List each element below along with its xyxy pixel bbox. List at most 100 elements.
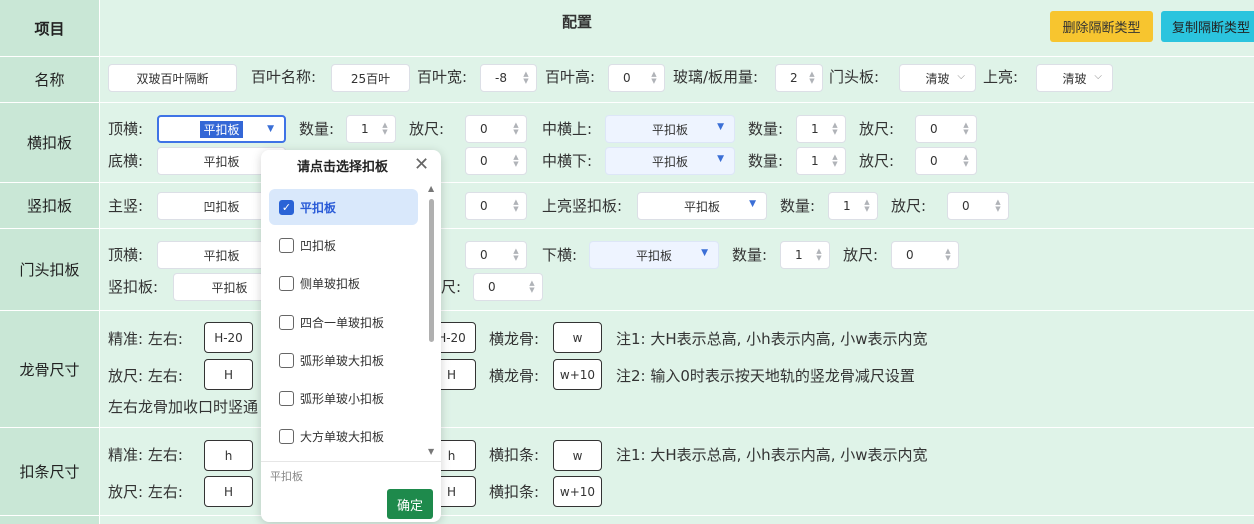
door-bottom-allow-input[interactable]: 0 ▲ ▼ [891, 241, 959, 269]
stepper-icon[interactable]: ▲ ▼ [831, 154, 839, 168]
mid-bottom-qty-input[interactable]: 1 ▲ ▼ [796, 147, 846, 175]
stepper-icon[interactable]: ▲ ▼ [512, 122, 520, 136]
stepper-icon[interactable]: ▲ ▼ [962, 154, 970, 168]
strip-h-input[interactable]: w [553, 440, 602, 471]
checkbox-icon[interactable] [279, 428, 294, 444]
mid-top-allow-input[interactable]: 0 ▲ ▼ [915, 115, 977, 143]
checkbox-icon[interactable] [279, 390, 294, 406]
door-qty-label: 数量: [732, 246, 768, 264]
strip-allow-label: 放尺: 左右: [108, 483, 183, 501]
door-top-allow-input[interactable]: 0 ▲ ▼ [465, 241, 527, 269]
popup-option[interactable]: 四合一单玻扣板 [269, 304, 418, 340]
keel-h-input[interactable]: w [553, 322, 602, 353]
v-buckle-label: 竖扣板 [0, 183, 99, 228]
bottom-h-allow-input[interactable]: 0 ▲ ▼ [465, 147, 527, 175]
top-h-allow-input[interactable]: 0 ▲ ▼ [465, 115, 527, 143]
confirm-button[interactable]: 确定 [387, 489, 433, 519]
next-row-partial [0, 515, 1254, 524]
door-bottom-qty-input[interactable]: 1 ▲ ▼ [780, 241, 830, 269]
stepper-icon[interactable]: ▲ ▼ [815, 248, 823, 262]
strip-precise-lr-input[interactable]: h [204, 440, 253, 471]
popup-option[interactable]: 弧形单玻小扣板 [269, 380, 418, 416]
door-bottom-label: 下横: [542, 246, 578, 264]
stepper-icon[interactable]: ▲ ▼ [962, 122, 970, 136]
strip-h2-input[interactable]: w+10 [553, 476, 602, 507]
door-vert-allow-input[interactable]: 0 ▲ ▼ [473, 273, 543, 301]
stepper-icon[interactable]: ▲ ▼ [528, 280, 536, 294]
top-light-select[interactable]: 清玻 ⌵ [1036, 64, 1113, 92]
keel-footer-text: 左右龙骨加收口时竖通 [108, 398, 259, 416]
door-head-select[interactable]: 清玻 ⌵ [899, 64, 976, 92]
popup-option[interactable]: 弧形单玻大扣板 [269, 342, 418, 378]
top-light-v-allow-input[interactable]: 0 ▲ ▼ [947, 192, 1009, 220]
keel-allow-lr-input[interactable]: H [204, 359, 253, 390]
main-v-allow-input[interactable]: 0 ▲ ▼ [465, 192, 527, 220]
door-vert-label: 竖扣板: [108, 278, 159, 296]
name-input[interactable]: 双玻百叶隔断 [108, 64, 237, 92]
top-h-select[interactable]: 平扣板 ▼ [157, 115, 286, 143]
strip-h-label: 横扣条: [489, 446, 540, 464]
keel-note1: 注1: 大H表示总高, 小h表示内高, 小w表示内宽 [616, 330, 928, 348]
qty2-label: 数量: [748, 120, 784, 138]
mid-top-qty-input[interactable]: 1 ▲ ▼ [796, 115, 846, 143]
door-buckle-row: 门头扣板 顶横: 平扣板 0 ▲ ▼ 下横: 平扣板 ▼ 数量: 1 ▲ ▼ 放尺:… [0, 228, 1254, 310]
scroll-down-icon[interactable]: ▼ [428, 447, 434, 456]
checkbox-checked-icon[interactable]: ✓ [279, 199, 294, 215]
door-bottom-select[interactable]: 平扣板 ▼ [589, 241, 719, 269]
popup-option[interactable]: 大方单玻大扣板 [269, 418, 418, 454]
strip-precise-label: 精准: 左右: [108, 446, 183, 464]
stepper-icon[interactable]: ▲ ▼ [808, 71, 816, 85]
h-buckle-row: 横扣板 顶横: 平扣板 ▼ 数量: 1 ▲ ▼ 放尺: 0 ▲ ▼ 中横上: 平扣板… [0, 102, 1254, 182]
stepper-icon[interactable]: ▲ ▼ [863, 199, 871, 213]
stepper-icon[interactable]: ▲ ▼ [512, 248, 520, 262]
caret-down-icon: ▼ [717, 154, 724, 164]
top-h-qty-input[interactable]: 1 ▲ ▼ [346, 115, 396, 143]
close-icon[interactable]: ✕ [414, 154, 429, 175]
name-row-label: 名称 [0, 57, 99, 102]
popup-divider [261, 461, 441, 462]
stepper-icon[interactable]: ▲ ▼ [994, 199, 1002, 213]
popup-scrollbar[interactable] [429, 199, 434, 342]
popup-option[interactable]: ✓ 平扣板 [269, 189, 418, 225]
top-light-v-select[interactable]: 平扣板 ▼ [637, 192, 767, 220]
popup-title: 请点击选择扣板 [297, 160, 389, 175]
stepper-icon[interactable]: ▲ ▼ [512, 199, 520, 213]
strip-note1: 注1: 大H表示总高, 小h表示内高, 小w表示内宽 [616, 446, 928, 464]
louver-width-input[interactable]: -8 ▲ ▼ [480, 64, 537, 92]
name-row: 名称 双玻百叶隔断 百叶名称: 25百叶 百叶宽: -8 ▲ ▼ 百叶高: 0 ▲… [0, 56, 1254, 102]
keel-precise-lr-input[interactable]: H-20 [204, 322, 253, 353]
main-v-label: 主竖: [108, 197, 144, 215]
stepper-icon[interactable]: ▲ ▼ [522, 71, 530, 85]
louver-name-input[interactable]: 25百叶 [331, 64, 410, 92]
stepper-icon[interactable]: ▲ ▼ [944, 248, 952, 262]
header-row: 项目 配置 删除隔断类型 复制隔断类型 [0, 0, 1254, 56]
copy-type-button[interactable]: 复制隔断类型 [1161, 11, 1254, 42]
mid-bottom-select[interactable]: 平扣板 ▼ [605, 147, 735, 175]
checkbox-icon[interactable] [279, 352, 294, 368]
top-light-v-qty-input[interactable]: 1 ▲ ▼ [828, 192, 878, 220]
louver-height-input[interactable]: 0 ▲ ▼ [608, 64, 665, 92]
chevron-down-icon: ⌵ [1094, 71, 1102, 82]
header-col-item: 项目 [0, 0, 99, 56]
keel-h2-input[interactable]: w+10 [553, 359, 602, 390]
checkbox-icon[interactable] [279, 237, 294, 253]
strip-allow-lr-input[interactable]: H [204, 476, 253, 507]
louver-name-label: 百叶名称: [251, 68, 317, 86]
popup-option[interactable]: 侧单玻扣板 [269, 265, 418, 301]
delete-type-button[interactable]: 删除隔断类型 [1050, 11, 1153, 42]
stepper-icon[interactable]: ▲ ▼ [650, 71, 658, 85]
caret-down-icon: ▼ [701, 248, 708, 258]
header-col-config: 配置 [562, 13, 593, 31]
stepper-icon[interactable]: ▲ ▼ [512, 154, 520, 168]
popup-option[interactable]: 凹扣板 [269, 227, 418, 263]
checkbox-icon[interactable] [279, 314, 294, 330]
louver-width-label: 百叶宽: [417, 68, 468, 86]
scroll-up-icon[interactable]: ▲ [428, 184, 434, 193]
mid-bottom-allow-input[interactable]: 0 ▲ ▼ [915, 147, 977, 175]
stepper-icon[interactable]: ▲ ▼ [831, 122, 839, 136]
qty-label: 数量: [299, 120, 335, 138]
mid-top-select[interactable]: 平扣板 ▼ [605, 115, 735, 143]
checkbox-icon[interactable] [279, 275, 294, 291]
stepper-icon[interactable]: ▲ ▼ [381, 122, 389, 136]
glass-usage-input[interactable]: 2 ▲ ▼ [775, 64, 823, 92]
